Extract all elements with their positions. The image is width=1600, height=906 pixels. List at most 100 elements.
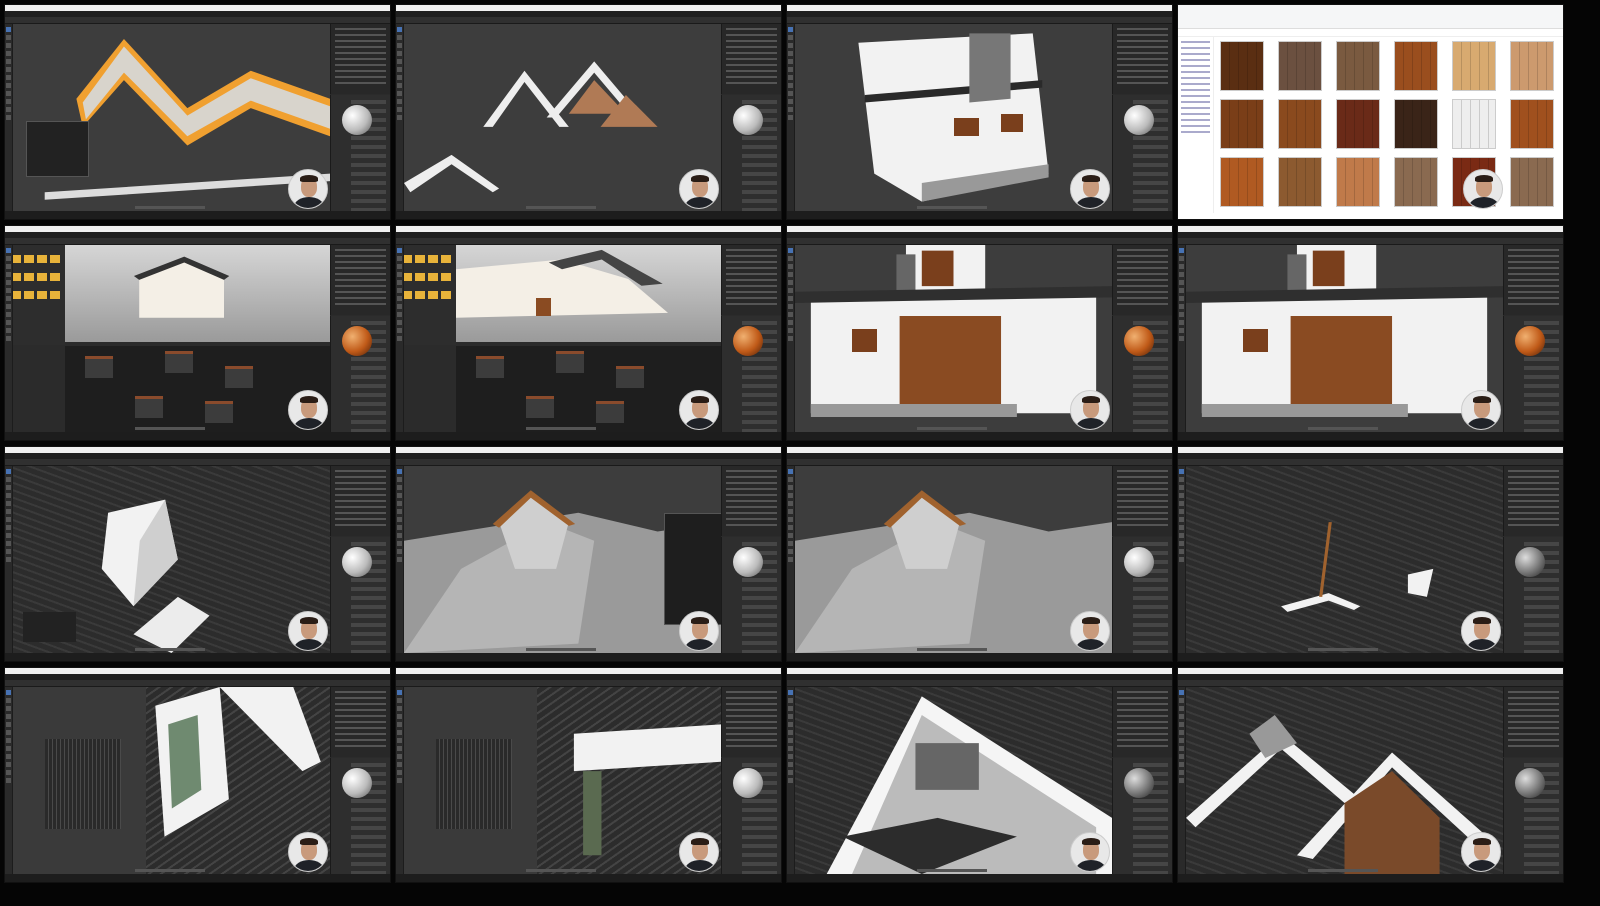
texture-thumbnail[interactable] — [1336, 99, 1380, 149]
options-popup[interactable] — [25, 121, 90, 178]
tool-icon[interactable] — [397, 738, 402, 743]
tool-icon[interactable] — [788, 746, 793, 751]
tool-icon[interactable] — [1179, 264, 1184, 269]
property-field[interactable] — [1133, 393, 1168, 397]
outliner-item[interactable] — [726, 470, 777, 472]
outliner[interactable] — [1503, 687, 1563, 757]
outliner-item[interactable] — [335, 488, 386, 490]
property-field[interactable] — [742, 614, 777, 618]
tool-icon[interactable] — [1179, 762, 1184, 767]
texture-thumbnail[interactable] — [1278, 41, 1322, 91]
outliner-item[interactable] — [335, 476, 386, 478]
folder-icon[interactable] — [37, 255, 47, 263]
outliner-item[interactable] — [726, 255, 777, 257]
shader-node[interactable] — [85, 356, 113, 378]
property-field[interactable] — [1133, 145, 1168, 149]
viewport-header[interactable] — [1178, 238, 1563, 245]
outliner-item[interactable] — [1117, 291, 1168, 293]
tool-icon[interactable] — [397, 59, 402, 64]
outliner-item[interactable] — [1508, 691, 1559, 693]
tool-icon[interactable] — [6, 730, 11, 735]
tool-icon[interactable] — [1179, 477, 1184, 482]
outliner-item[interactable] — [726, 488, 777, 490]
tool-icon[interactable] — [397, 115, 402, 120]
property-field[interactable] — [742, 411, 777, 415]
tool-icon[interactable] — [788, 517, 793, 522]
texture-thumbnail[interactable] — [1394, 41, 1438, 91]
3d-viewport[interactable] — [795, 687, 1112, 874]
texture-thumbnail[interactable] — [1394, 99, 1438, 149]
outliner-item[interactable] — [335, 745, 386, 747]
property-field[interactable] — [1524, 844, 1559, 848]
tool-icon[interactable] — [397, 501, 402, 506]
property-field[interactable] — [1524, 411, 1559, 415]
tool-icon[interactable] — [788, 698, 793, 703]
outliner-item[interactable] — [1117, 739, 1168, 741]
tool-icon[interactable] — [397, 722, 402, 727]
property-field[interactable] — [1524, 835, 1559, 839]
tool-icon[interactable] — [6, 256, 11, 261]
property-field[interactable] — [1133, 853, 1168, 857]
tool-icon[interactable] — [397, 477, 402, 482]
3d-viewport[interactable] — [404, 687, 721, 874]
video-thumbnail[interactable] — [786, 4, 1173, 220]
folder-icon[interactable] — [415, 273, 425, 281]
outliner-item[interactable] — [1508, 739, 1559, 741]
property-field[interactable] — [742, 587, 777, 591]
outliner-item[interactable] — [1117, 303, 1168, 305]
tool-icon[interactable] — [397, 517, 402, 522]
tool-icon[interactable] — [397, 312, 402, 317]
timeline-controls[interactable] — [1308, 427, 1378, 430]
outliner-item[interactable] — [335, 727, 386, 729]
outliner[interactable] — [1503, 245, 1563, 315]
viewport-header[interactable] — [787, 17, 1172, 24]
3d-viewport[interactable] — [13, 466, 330, 653]
folder-icon[interactable] — [50, 291, 60, 299]
outliner-item[interactable] — [1117, 70, 1168, 72]
texture-thumbnail[interactable] — [1278, 157, 1322, 207]
tool-icon[interactable] — [788, 738, 793, 743]
property-field[interactable] — [742, 199, 777, 203]
shader-node[interactable] — [476, 356, 504, 378]
outliner-item[interactable] — [1508, 703, 1559, 705]
outliner-item[interactable] — [726, 518, 777, 520]
viewport-header[interactable] — [1178, 459, 1563, 466]
property-field[interactable] — [351, 817, 386, 821]
tool-icon[interactable] — [397, 43, 402, 48]
outliner-item[interactable] — [335, 46, 386, 48]
property-field[interactable] — [742, 163, 777, 167]
property-field[interactable] — [1133, 632, 1168, 636]
property-field[interactable] — [742, 321, 777, 325]
outliner-item[interactable] — [726, 506, 777, 508]
folder-icon[interactable] — [24, 291, 34, 299]
tool-icon[interactable] — [6, 778, 11, 783]
tool-icon[interactable] — [788, 51, 793, 56]
tool-icon[interactable] — [1179, 533, 1184, 538]
property-field[interactable] — [351, 799, 386, 803]
outliner-item[interactable] — [726, 494, 777, 496]
texture-thumbnail[interactable] — [1220, 41, 1264, 91]
tool-icon[interactable] — [788, 525, 793, 530]
tool-icon[interactable] — [788, 304, 793, 309]
tool-icon[interactable] — [788, 549, 793, 554]
viewport-header[interactable] — [396, 238, 781, 245]
tool-icon[interactable] — [397, 525, 402, 530]
property-field[interactable] — [742, 402, 777, 406]
toolbar[interactable] — [396, 687, 404, 874]
property-field[interactable] — [351, 366, 386, 370]
outliner-item[interactable] — [726, 46, 777, 48]
toolbar[interactable] — [787, 24, 795, 211]
video-thumbnail[interactable] — [1177, 225, 1564, 441]
tool-icon[interactable] — [788, 690, 793, 695]
outliner-item[interactable] — [335, 58, 386, 60]
tool-icon[interactable] — [6, 27, 11, 32]
tool-icon[interactable] — [397, 91, 402, 96]
toolbar[interactable] — [396, 24, 404, 211]
tool-icon[interactable] — [6, 248, 11, 253]
outliner-item[interactable] — [726, 715, 777, 717]
tool-icon[interactable] — [397, 256, 402, 261]
nav-item[interactable] — [1181, 89, 1210, 91]
texture-thumbnail[interactable] — [1510, 41, 1554, 91]
property-field[interactable] — [351, 100, 386, 104]
folder-icon[interactable] — [415, 291, 425, 299]
